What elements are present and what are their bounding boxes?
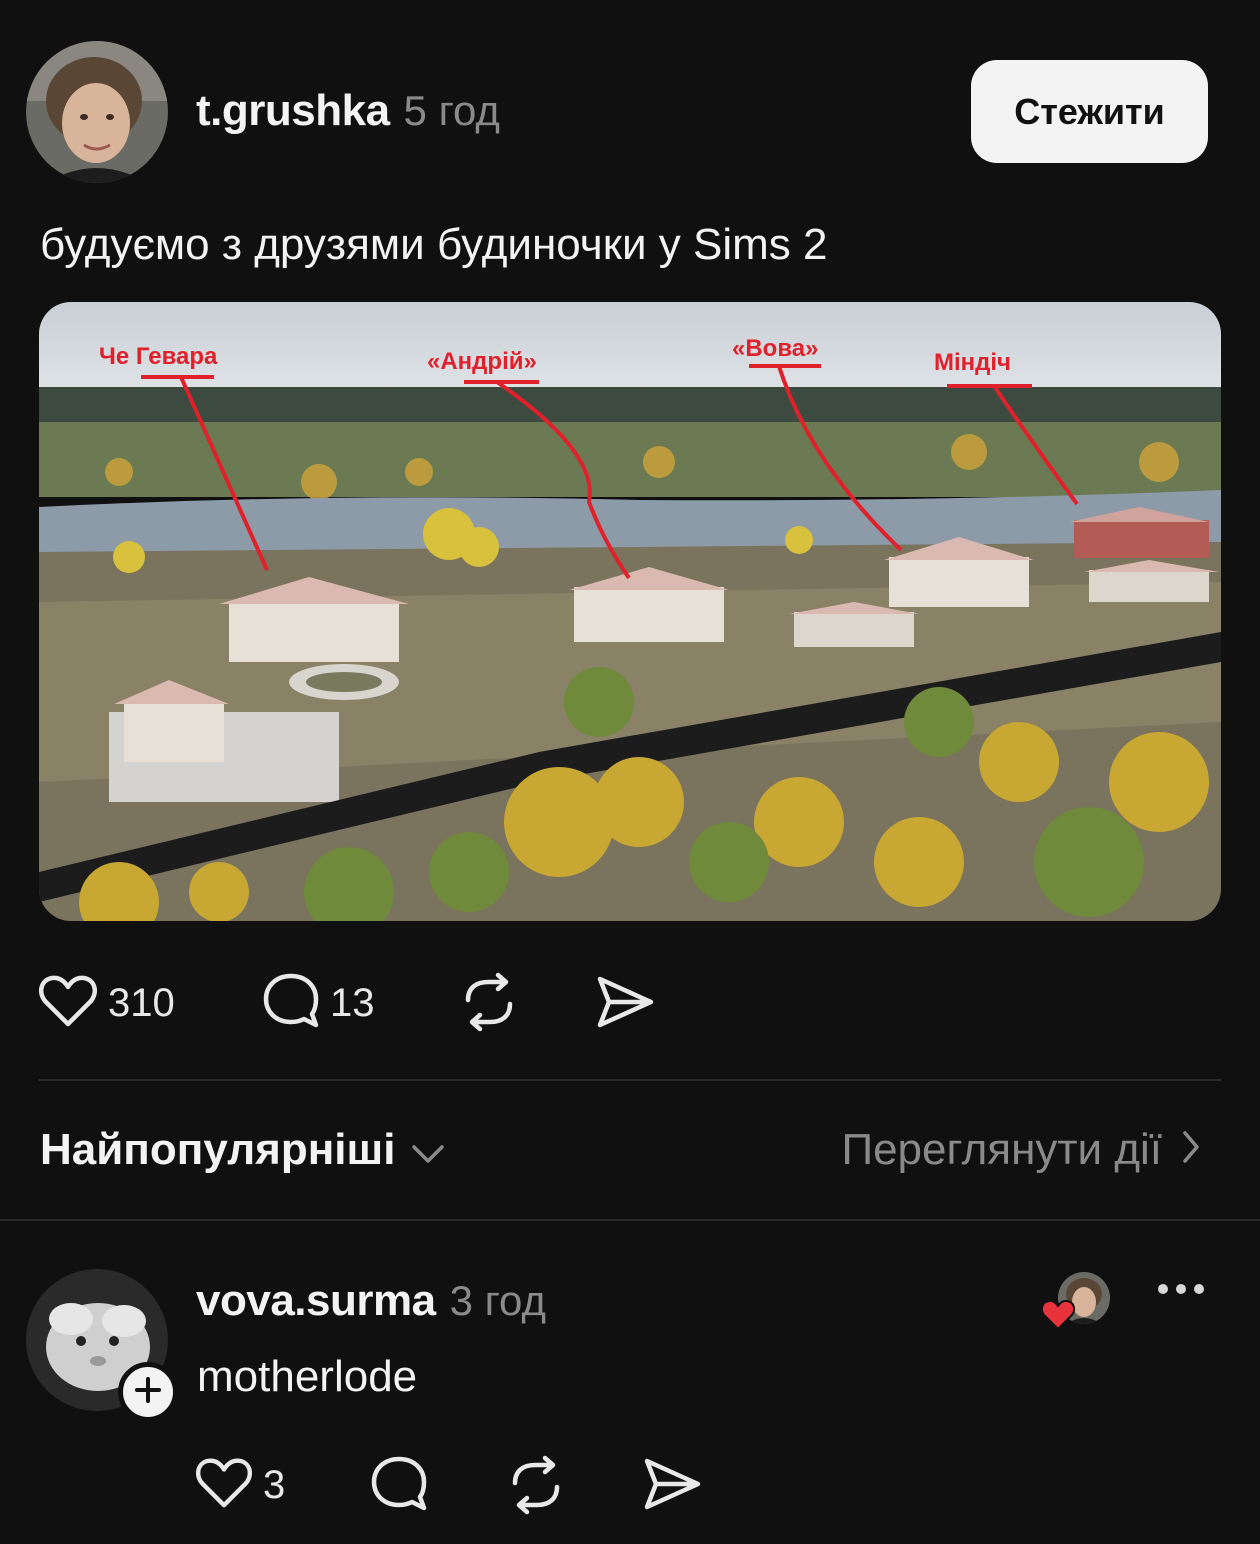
dot [1194, 1284, 1204, 1294]
heart-filled-icon [1040, 1298, 1076, 1337]
more-options-button[interactable] [1158, 1284, 1204, 1294]
dot [1158, 1284, 1168, 1294]
comment-like-button[interactable]: 3 [195, 1455, 285, 1516]
heart-icon [195, 1455, 253, 1516]
author-liked-indicator [1040, 1272, 1116, 1334]
view-activity-label: Переглянути дії [841, 1125, 1162, 1174]
follow-plus-button[interactable] [118, 1362, 178, 1422]
heart-icon [38, 972, 98, 1035]
post-time: 5 год [403, 87, 500, 134]
post-text: будуємо з друзями будиночки у Sims 2 [40, 220, 828, 269]
chevron-down-icon [411, 1125, 445, 1175]
repost-button[interactable] [458, 972, 520, 1037]
divider [0, 1219, 1260, 1221]
follow-button[interactable]: Стежити [971, 60, 1208, 163]
svg-text:«Андрій»: «Андрій» [427, 348, 537, 375]
share-button[interactable] [595, 974, 655, 1035]
comment-count: 13 [330, 981, 375, 1025]
comment-repost-button[interactable] [505, 1455, 567, 1520]
comment-reply-button[interactable] [370, 1455, 428, 1518]
divider [39, 1079, 1221, 1081]
post-image[interactable]: Че Гевара «Андрій» «Вова» Міндіч [39, 302, 1221, 921]
like-button[interactable]: 310 [38, 972, 175, 1035]
comment-like-count: 3 [263, 1463, 286, 1507]
sort-dropdown[interactable]: Найпопулярніші [40, 1125, 445, 1175]
commenter-username[interactable]: vova.surma [196, 1276, 436, 1325]
author-avatar[interactable] [26, 41, 168, 183]
chevron-right-icon [1182, 1125, 1200, 1175]
comment-text: motherlode [197, 1352, 418, 1401]
dot [1176, 1284, 1186, 1294]
svg-text:Че Гевара: Че Гевара [99, 343, 218, 370]
house-6 [1069, 507, 1219, 602]
repost-icon [458, 972, 520, 1036]
like-count: 310 [108, 981, 175, 1025]
comment-time: 3 год [449, 1277, 546, 1324]
svg-text:«Вова»: «Вова» [732, 335, 818, 362]
post-author-line: t.grushka 5 год [196, 86, 500, 136]
author-username[interactable]: t.grushka [196, 86, 390, 135]
view-activity-link[interactable]: Переглянути дії [841, 1125, 1200, 1175]
send-icon [595, 976, 655, 1034]
comment-author-line: vova.surma 3 год [196, 1276, 546, 1326]
svg-text:Міндіч: Міндіч [934, 349, 1011, 376]
repost-icon [505, 1455, 567, 1519]
comment-bubble-icon [262, 972, 320, 1035]
sort-label: Найпопулярніші [40, 1125, 396, 1174]
send-icon [642, 1458, 702, 1516]
plus-icon [133, 1375, 163, 1410]
comment-share-button[interactable] [642, 1456, 702, 1517]
comment-button[interactable]: 13 [262, 972, 375, 1035]
comment-bubble-icon [370, 1456, 428, 1517]
